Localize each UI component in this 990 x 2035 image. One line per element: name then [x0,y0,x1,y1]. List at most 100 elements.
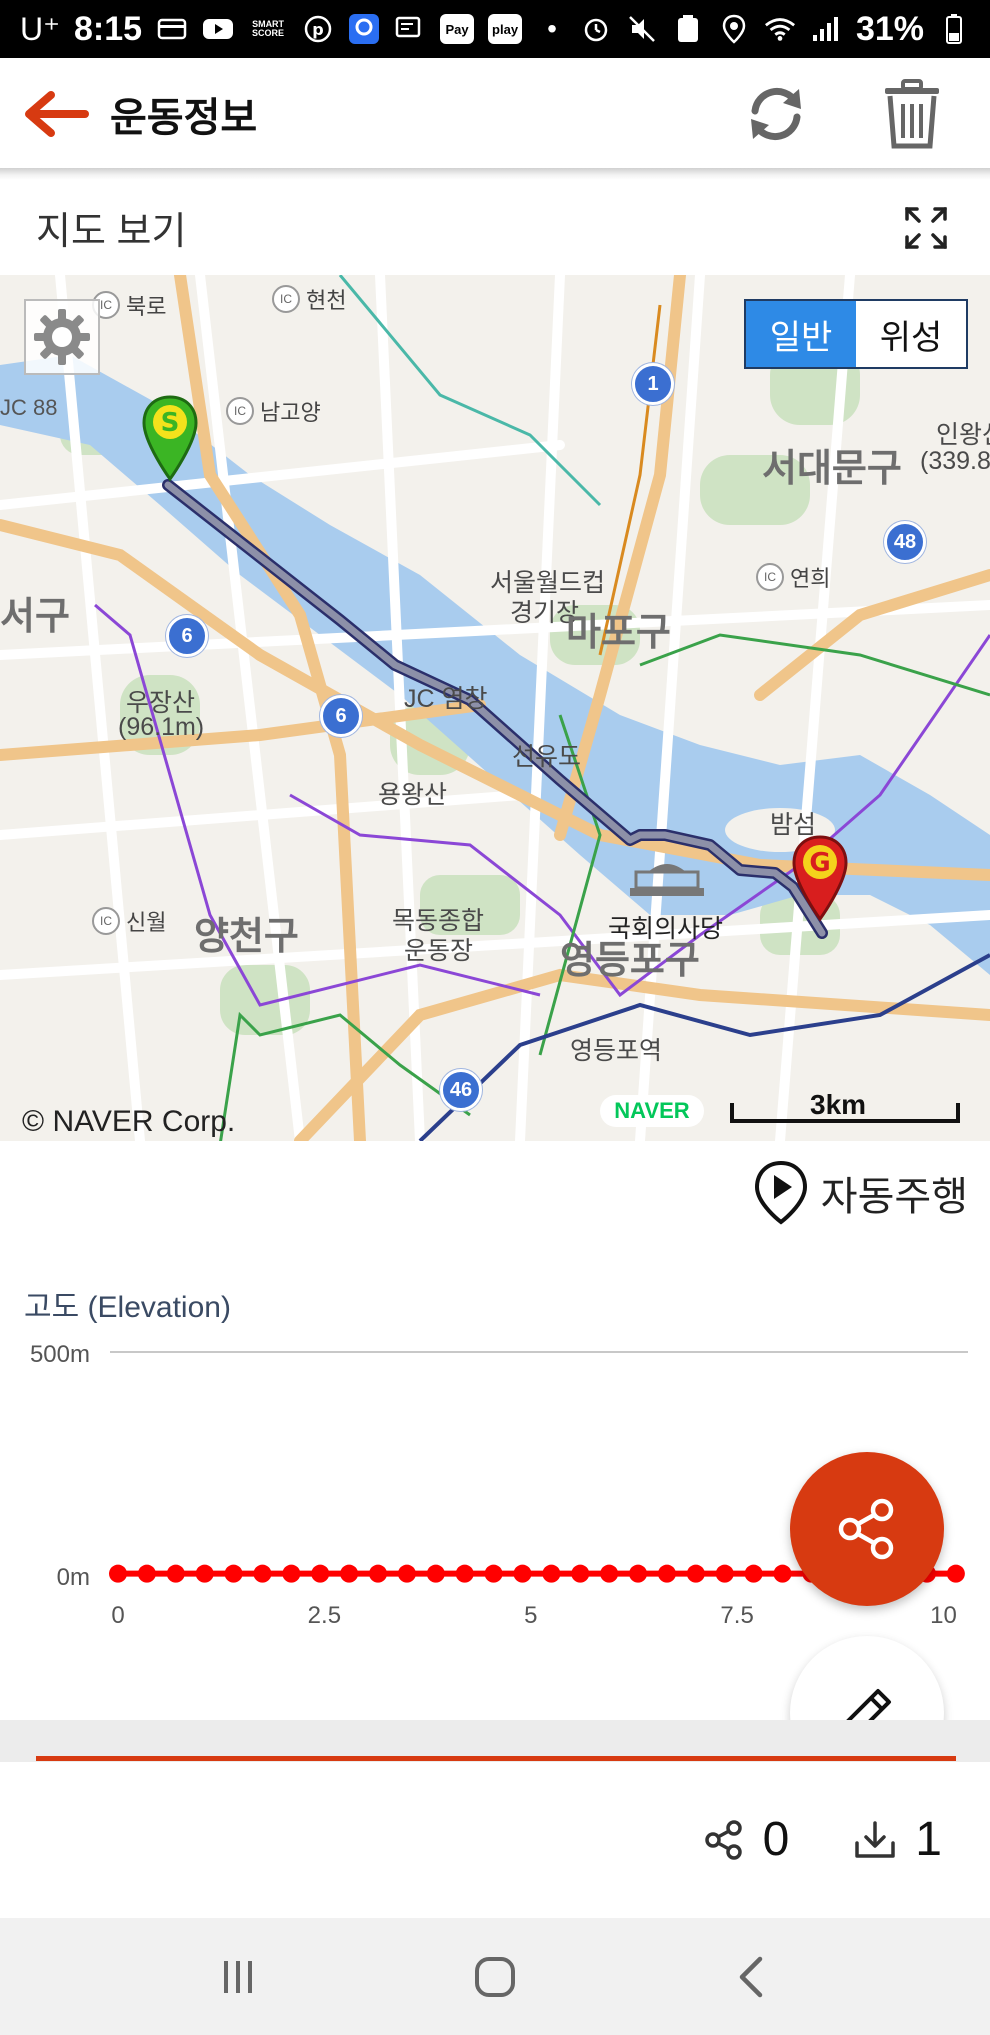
app-bar-shadow [0,168,990,180]
delete-button[interactable] [874,76,950,152]
gear-icon [34,309,90,365]
youtube-icon [202,13,234,45]
chart-point [686,1564,705,1583]
road-badge-48: 48 [884,521,926,563]
chart-title: 고도 (Elevation) [24,1291,231,1324]
map-label-gangseo: 서구 [0,596,70,638]
smart-score-badge: SMART SCORE [252,19,285,38]
refresh-icon [751,88,801,140]
chart-x-tick-label: 5 [524,1602,537,1629]
page-title: 운동정보 [110,96,258,140]
chart-point [455,1564,474,1583]
map-label-bukro: IC 북로 [92,289,166,321]
map-label-jc88: JC 88 [0,395,58,420]
alarm-icon [580,13,612,45]
chart-x-tick-label: 10 [930,1602,957,1629]
map-settings-button[interactable] [24,299,100,375]
chart-x-tick-label: 7.5 [720,1602,753,1629]
refresh-button[interactable] [738,76,814,152]
autoplay-button[interactable]: 자동주행 [753,1160,968,1226]
trash-icon [885,79,939,149]
location-icon [718,13,750,45]
share-count: 0 [762,1813,790,1866]
recent-apps-button[interactable] [198,1937,278,2017]
chart-y-tick-label: 500m [30,1341,90,1368]
chart-point [513,1564,532,1583]
road-badge-1: 1 [632,363,674,405]
chart-point [340,1564,359,1583]
system-nav-bar [0,1918,990,2035]
battery-icon [938,13,970,45]
pinterest-icon: p [302,13,334,45]
svg-text:G: G [809,848,830,878]
map-label-yangcheon: 양천구 [194,916,299,958]
road-badge-46: 46 [440,1069,482,1111]
recycle-icon [672,13,704,45]
recent-apps-icon [224,1960,253,1993]
expand-icon [905,206,947,249]
chart-x-tick-label: 2.5 [308,1602,341,1629]
chart-point [282,1564,301,1583]
card-icon [156,13,188,45]
chart-point [109,1564,127,1583]
play-badge: play [488,14,523,44]
map-type-normal-button[interactable]: 일반 [746,301,856,367]
svg-text:p: p [312,20,323,39]
fullscreen-button[interactable] [898,200,954,256]
chart-point [224,1564,243,1583]
play-pin-icon [754,1160,807,1225]
map-label-hyeoncheon: IC 현천 [272,283,346,315]
map-header: 지도 보기 [0,180,990,275]
chart-point [600,1564,619,1583]
signal-icon [810,13,842,45]
chart-point [426,1564,445,1583]
stats-row: 0 1 [703,1812,942,1867]
app-bar: 운동정보 [0,58,990,170]
mute-icon [626,13,658,45]
route-map[interactable]: S G IC북로 IC현천 IC남고양 JC 88 서대문구 인왕산 (339.… [0,275,990,1141]
download-count: 1 [915,1813,942,1866]
chart-point [542,1564,561,1583]
chart-point [657,1564,676,1583]
map-label-yeongchang: JC 염창 [404,685,488,713]
map-scale-label: 3km [810,1089,867,1120]
map-type-satellite-button[interactable]: 위성 [856,301,966,367]
back-button[interactable] [20,79,90,149]
map-label-bamseom: 밤섬 [770,811,817,839]
share-fab-button[interactable] [790,1452,944,1606]
accent-line [36,1756,956,1761]
map-label-yeonhui: IC 연희 [756,561,830,593]
chart-point [744,1564,763,1583]
wifi-icon [764,13,796,45]
start-marker-icon: S [142,395,198,482]
map-view-label: 지도 보기 [36,211,187,253]
road-badge-6b: 6 [320,695,362,737]
chart-point [253,1564,272,1583]
status-bar: U⁺ 8:15 SMART SCORE p Pay play • 31% [0,0,990,58]
map-label-seonyudo: 선유도 [512,743,582,771]
chart-point [311,1564,330,1583]
chart-point [166,1564,185,1583]
system-back-button[interactable] [712,1937,792,2017]
map-label-inwangsan-height: (339.8 [920,447,990,475]
road-badge-6a: 6 [166,615,208,657]
clock: 8:15 [74,9,143,48]
share-count-icon [704,1819,742,1860]
chevron-left-icon [739,1956,762,1997]
goal-marker-icon: G [792,835,848,922]
chart-point [195,1564,214,1583]
map-label-namgoyang: IC 남고양 [226,395,321,427]
download-icon[interactable] [853,1819,897,1861]
chart-x-tick-label: 0 [111,1602,124,1629]
message-icon [394,13,426,45]
map-label-ujangsan-height: (96.1m) [118,713,205,741]
chart-point [484,1564,503,1583]
chart-point [773,1564,792,1583]
chart-point [629,1564,648,1583]
share-icon [838,1498,894,1560]
dot-icon: • [547,13,557,44]
map-label-seodaemun: 서대문구 [762,448,902,490]
home-button[interactable] [455,1937,535,2017]
map-label-mapo: 마포구 [566,612,671,654]
coupang-pay-icon [348,13,380,45]
